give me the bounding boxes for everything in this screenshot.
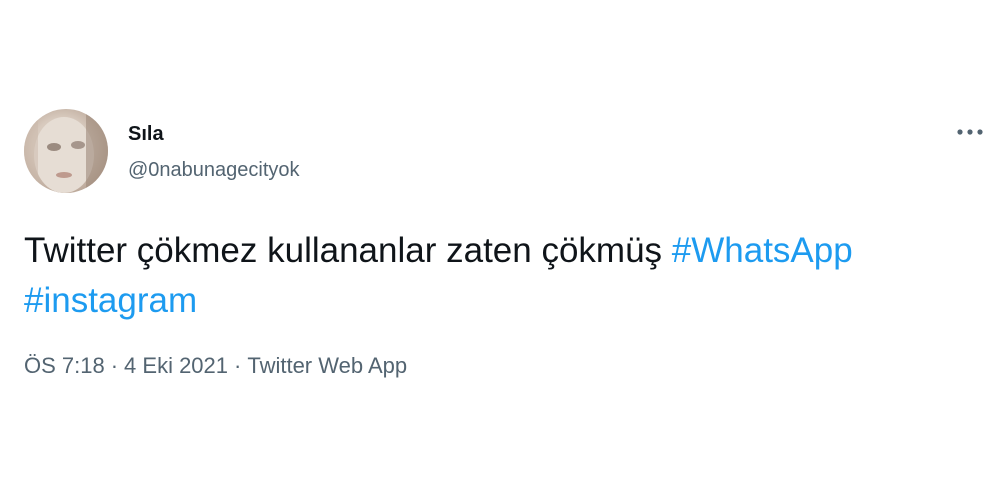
tweet-metadata: ÖS 7:18 · 4 Eki 2021 · Twitter Web App (24, 352, 407, 380)
tweet-time[interactable]: ÖS 7:18 (24, 353, 105, 378)
user-handle[interactable]: @0nabunagecityok (128, 158, 300, 182)
hashtag-whatsapp[interactable]: #WhatsApp (672, 231, 853, 270)
separator-dot: · (234, 353, 242, 378)
more-options-button[interactable] (950, 120, 990, 144)
avatar[interactable] (24, 109, 108, 193)
tweet-body-text: Twitter çökmez kullananlar zaten çökmüş (24, 231, 672, 270)
tweet-card: Sıla @0nabunagecityok Twitter çökmez kul… (0, 0, 1000, 500)
hashtag-instagram[interactable]: #instagram (24, 281, 197, 320)
separator-dot: · (110, 353, 119, 378)
tweet-source[interactable]: Twitter Web App (247, 353, 407, 378)
tweet-text: Twitter çökmez kullananlar zaten çökmüş … (24, 226, 984, 326)
tweet-date[interactable]: 4 Eki 2021 (124, 353, 228, 378)
display-name[interactable]: Sıla (128, 122, 164, 146)
profile-photo-icon (24, 109, 108, 193)
ellipsis-icon (957, 129, 983, 135)
